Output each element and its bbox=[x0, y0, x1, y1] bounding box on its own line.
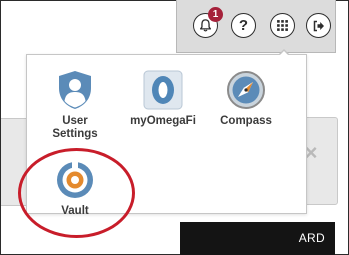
logout-icon bbox=[313, 20, 324, 31]
menu-caret-fill bbox=[279, 51, 289, 56]
help-icon: ? bbox=[238, 17, 249, 34]
app-vault[interactable]: Vault bbox=[50, 160, 100, 218]
app-label-user-settings: User Settings bbox=[52, 115, 98, 140]
app-compass[interactable]: Compass bbox=[216, 70, 276, 128]
apps-grid-icon bbox=[277, 20, 288, 31]
compass-icon bbox=[226, 70, 266, 110]
app-label-myomegafi: myOmegaFi bbox=[130, 115, 196, 127]
notification-badge: 1 bbox=[208, 7, 223, 22]
background-button-label: ARD bbox=[298, 231, 325, 245]
app-label-compass: Compass bbox=[220, 115, 272, 127]
apps-menu-button[interactable] bbox=[270, 13, 295, 38]
background-panel-left bbox=[1, 118, 27, 206]
user-shield-icon bbox=[55, 70, 95, 110]
app-myomegafi[interactable]: myOmegaFi bbox=[128, 70, 198, 128]
help-button[interactable]: ? bbox=[231, 13, 256, 38]
background-dark-button[interactable]: ARD bbox=[180, 222, 335, 255]
app-user-settings[interactable]: User Settings bbox=[48, 70, 102, 141]
app-label-vault: Vault bbox=[61, 205, 89, 217]
vault-icon bbox=[55, 160, 95, 200]
logout-button[interactable] bbox=[306, 13, 331, 38]
omega-logo-icon bbox=[143, 70, 183, 110]
